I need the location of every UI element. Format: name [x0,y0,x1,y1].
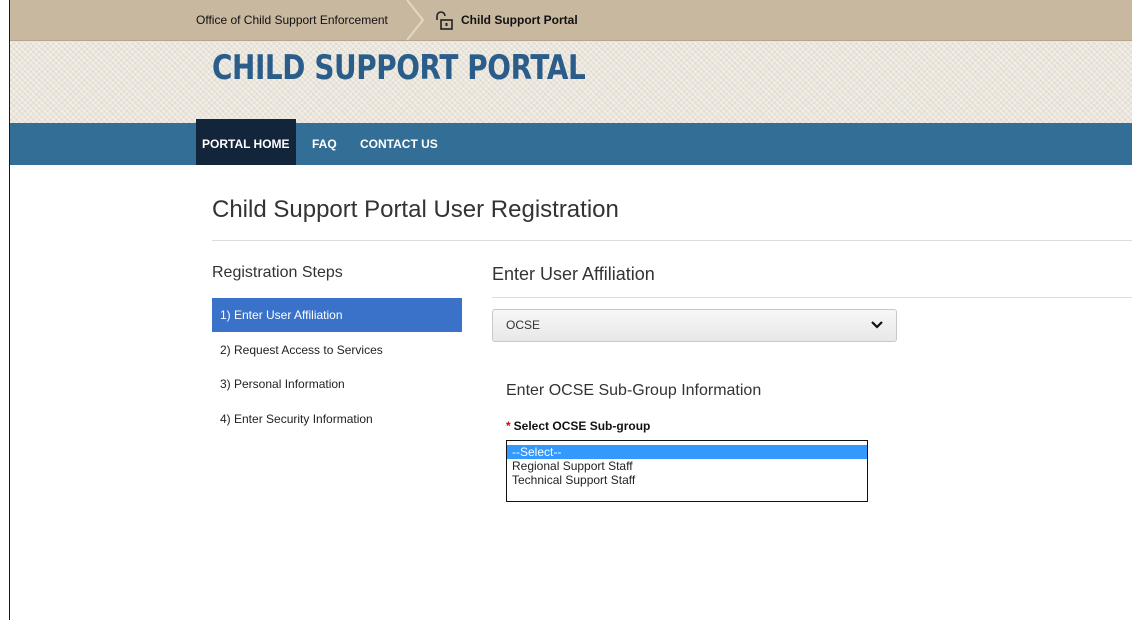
subgroup-option-regional[interactable]: Regional Support Staff [507,459,867,473]
divider [492,297,1132,298]
breadcrumb: Office of Child Support Enforcement Chil… [10,0,1132,41]
subgroup-option-select[interactable]: --Select-- [507,445,867,459]
subgroup-label: * Select OCSE Sub-group [506,419,650,433]
chevron-right-icon [406,0,425,40]
steps-heading: Registration Steps [212,264,343,281]
nav-contact-us[interactable]: CONTACT US [356,123,442,165]
required-asterisk: * [506,419,511,433]
nav-faq[interactable]: FAQ [308,123,341,165]
affiliation-select[interactable]: OCSE [492,309,897,342]
affiliation-selected-value: OCSE [506,318,541,332]
page-title: Child Support Portal User Registration [212,196,619,223]
nav-portal-home[interactable]: PORTAL HOME [196,119,296,165]
window-edge [0,0,10,620]
subgroup-listbox[interactable]: --Select-- Regional Support Staff Techni… [506,440,868,502]
subgroup-label-text: Select OCSE Sub-group [513,419,651,433]
step-security-information[interactable]: 4) Enter Security Information [212,402,462,436]
main-nav: PORTAL HOME FAQ CONTACT US [10,119,1132,165]
breadcrumb-link-ocse[interactable]: Office of Child Support Enforcement [196,0,388,40]
chevron-down-icon [871,321,883,329]
subgroup-option-technical[interactable]: Technical Support Staff [507,473,867,487]
breadcrumb-current: Child Support Portal [461,13,578,27]
divider [212,240,1132,241]
step-personal-information[interactable]: 3) Personal Information [212,367,462,401]
affiliation-heading: Enter User Affiliation [492,264,655,284]
step-enter-user-affiliation[interactable]: 1) Enter User Affiliation [212,298,462,332]
unlock-icon [436,11,453,30]
portal-title: CHILD SUPPORT PORTAL [212,48,586,88]
step-request-access[interactable]: 2) Request Access to Services [212,333,462,367]
subgroup-heading: Enter OCSE Sub-Group Information [506,382,762,399]
